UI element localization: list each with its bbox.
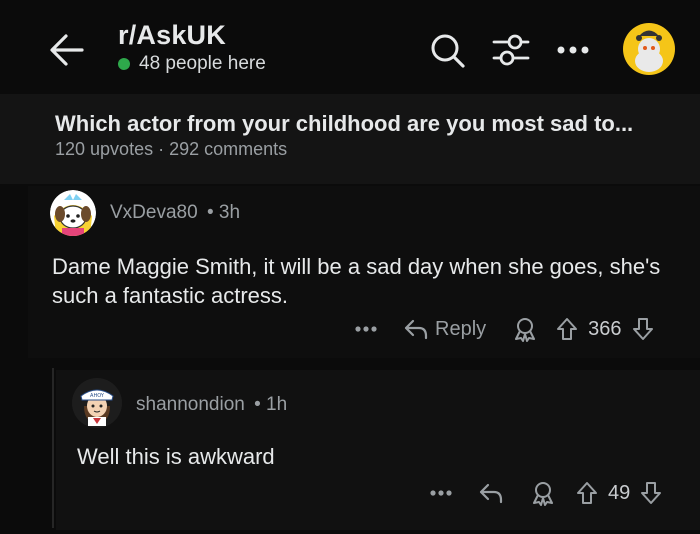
back-arrow-icon[interactable] [48, 30, 86, 70]
comment-actions: 49 [430, 480, 662, 506]
avatar[interactable] [50, 190, 96, 236]
snoo-avatar-icon [635, 30, 663, 72]
reply-icon [404, 319, 428, 340]
award-icon[interactable] [530, 480, 556, 506]
search-icon[interactable] [430, 33, 466, 69]
upvote-icon[interactable] [576, 481, 598, 505]
comment-author[interactable]: VxDeva80 • 3h [110, 202, 240, 224]
comment-actions: Reply 366 [355, 316, 654, 342]
online-count: 48 people here [118, 53, 266, 75]
vote-count: 49 [608, 481, 631, 504]
comment-author[interactable]: shannondion • 1h [136, 394, 287, 416]
post-title[interactable]: Which actor from your childhood are you … [55, 111, 633, 137]
online-dot-icon [118, 58, 130, 70]
username[interactable]: shannondion [136, 394, 245, 415]
downvote-icon[interactable] [632, 317, 654, 341]
comment-body: Well this is awkward [77, 444, 275, 469]
avatar[interactable]: AHOY [72, 378, 122, 428]
top-header [0, 0, 700, 94]
svg-text:AHOY: AHOY [90, 393, 105, 399]
comment-time: • 3h [206, 202, 241, 223]
username[interactable]: VxDeva80 [110, 202, 198, 223]
award-icon[interactable] [512, 316, 538, 342]
comment-body: Dame Maggie Smith, it will be a sad day … [52, 254, 661, 308]
more-icon[interactable] [556, 44, 590, 56]
post-meta: 120 upvotes · 292 comments [55, 139, 288, 159]
subreddit-name[interactable]: r/AskUK [118, 20, 226, 51]
more-icon[interactable] [430, 488, 452, 498]
upvote-icon[interactable] [556, 317, 578, 341]
reply-button[interactable]: Reply [403, 318, 486, 341]
filter-icon[interactable] [492, 33, 530, 67]
downvote-icon[interactable] [640, 481, 662, 505]
sailor-avatar-icon: AHOY [72, 378, 122, 428]
thread-line[interactable] [52, 368, 54, 528]
more-icon[interactable] [355, 324, 377, 334]
comment-time: • 1h [254, 394, 288, 415]
reply-label: Reply [435, 317, 487, 340]
vote-count: 366 [588, 317, 622, 340]
dog-avatar-icon [50, 190, 96, 236]
online-count-text: 48 people here [139, 53, 266, 74]
user-avatar[interactable] [623, 23, 675, 75]
reply-icon[interactable] [478, 482, 504, 504]
